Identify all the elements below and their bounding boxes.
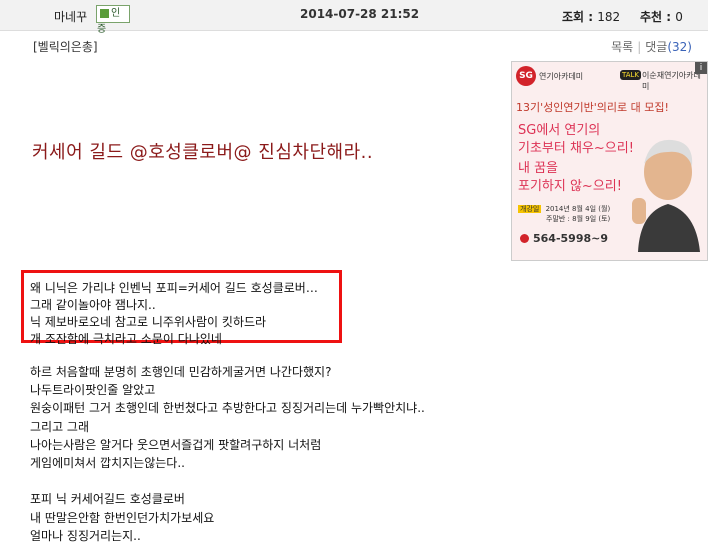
ad-schedule: 개강일 2014년 8월 4일 (월) 주말반 : 8월 9일 (토) [518, 204, 612, 224]
post-links: 목록 | 댓글(32) [611, 38, 692, 55]
body-line: 내 딴말은안함 한번인던가치가보세요 [30, 510, 215, 525]
view-count: 조회 : 182 [562, 8, 620, 25]
author-name[interactable]: 마네꾸 [54, 8, 87, 25]
highlighted-line: 왜 니닉은 가리냐 인벤닉 포피=커세어 길드 호성클로버… [30, 281, 318, 295]
ad-academy-name: 연기아카데미 [539, 72, 584, 81]
post-header-bar: 마네꾸 인증 2014-07-28 21:52 조회 : 182 추천 : 0 [0, 0, 708, 35]
body-line: 포피 닉 커세어길드 호성클로버 [30, 492, 185, 507]
view-count-label: 조회 : [562, 10, 598, 24]
view-count-value: 182 [597, 10, 621, 24]
comments-label: 댓글 [645, 40, 668, 54]
talk-icon: TALK [620, 70, 642, 80]
verified-badge: 인증 [96, 5, 130, 35]
highlighted-line: 개 조잔함에 극치라고 소문이 다나있네 [30, 332, 222, 346]
post-title: 커세어 길드 @호성클로버@ 진심차단해라.. [32, 142, 374, 163]
recommend-count-value: 0 [675, 10, 683, 24]
body-line: 하르 처음할때 분명히 초행인데 민감하게굴거면 나간다했지? [30, 365, 332, 379]
divider: | [637, 40, 642, 54]
sg-logo: SG [516, 66, 536, 86]
ad-copy-1-line-2: 기초부터 채우~으리! [518, 141, 634, 156]
body-line: 나두트라이팟인줄 알았고 [30, 383, 156, 398]
ad-headline: 13기'성인연기반'의리로 대 모집! [516, 101, 669, 114]
recommend-count: 추천 : 0 [640, 8, 683, 25]
highlighted-line: 닉 제보바로오네 참고로 니주위사람이 킷하드라 [30, 315, 267, 329]
verified-icon [100, 9, 109, 18]
ad-copy-2-line-1: 내 꿈을 [518, 161, 559, 176]
comments-count: (32) [667, 40, 692, 54]
body-line: 나아는사람은 알거다 웃으면서즐겁게 팟할려구하지 너처럼 [30, 437, 322, 452]
recommend-count-label: 추천 : [640, 10, 676, 24]
highlighted-line: 그래 같이놀아야 잼나지.. [30, 298, 156, 312]
comments-link[interactable]: 댓글(32) [645, 40, 692, 54]
post-date: 2014-07-28 21:52 [300, 7, 420, 21]
ad-copy-2-line-2: 포기하지 않~으리! [518, 179, 622, 194]
ad-info-icon[interactable]: i [695, 62, 707, 74]
body-line: 그리고 그래 [30, 419, 90, 434]
body-line: 원숭이패턴 그거 초행인데 한번쳤다고 추방한다고 징징거리는데 누가빡안치냐.… [30, 401, 425, 416]
ad-open-dates: 2014년 8월 4일 (월) [545, 205, 611, 213]
body-line: 게임에미쳐서 깝치지는않는다.. [30, 456, 185, 470]
ad-copy-2: 내 꿈을포기하지 않~으리! [518, 160, 622, 196]
body-line: 얼마나 징징거리는지.. [30, 528, 141, 543]
ad-copy-1-line-1: SG에서 연기의 [518, 123, 601, 138]
ad-weekend-dates: 주말반 : 8월 9일 (토) [546, 215, 611, 223]
ad-person-image [632, 139, 700, 252]
ad-copy-1: SG에서 연기의기초부터 채우~으리! [518, 122, 634, 158]
advertisement-banner[interactable]: SG 연기아카데미 TALK 이순재연기아카데미 i 13기'성인연기반'의리로… [511, 61, 708, 261]
list-link[interactable]: 목록 [611, 40, 633, 54]
post-category[interactable]: [벨릭의은총] [33, 38, 98, 55]
phone-icon [520, 234, 529, 243]
ad-open-label: 개강일 [518, 205, 542, 213]
ad-phone-number: 564-5998~9 [533, 232, 609, 245]
ad-phone: 564-5998~9 [520, 232, 608, 245]
